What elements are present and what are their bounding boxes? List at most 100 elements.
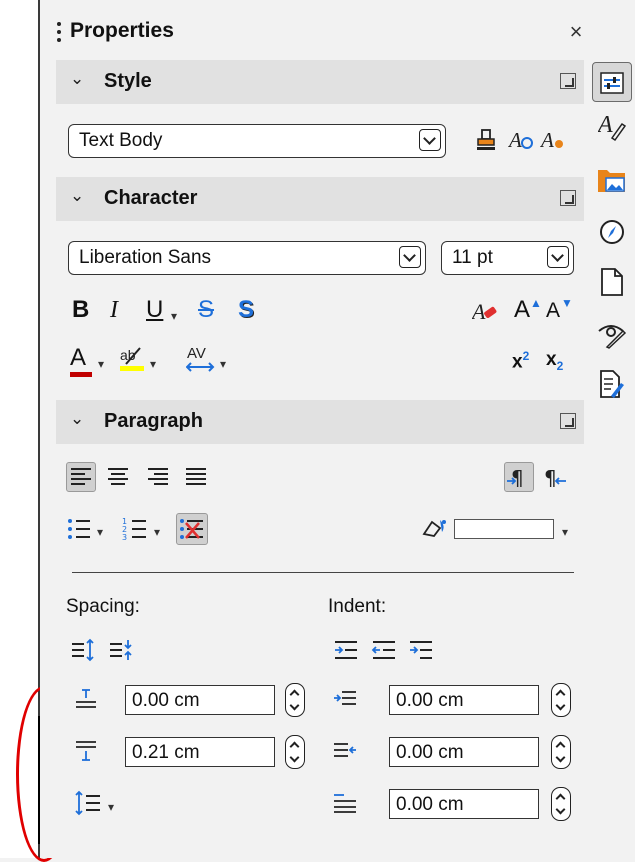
close-icon[interactable]: × xyxy=(565,19,587,45)
line-spacing-button[interactable] xyxy=(74,790,102,821)
clear-formatting-icon[interactable]: A xyxy=(470,298,498,328)
above-spacing-input[interactable]: 0.00 cm xyxy=(125,685,275,715)
shadow-button[interactable]: S xyxy=(238,298,254,322)
chevron-down-icon[interactable]: ⌄ xyxy=(70,186,84,206)
paragraph-background-icon[interactable] xyxy=(420,514,450,547)
more-options-icon[interactable] xyxy=(560,73,576,89)
align-center-icon xyxy=(108,468,128,485)
more-options-icon[interactable] xyxy=(560,190,576,206)
strikethrough-button[interactable]: S xyxy=(198,298,214,322)
spacing-dropdown-icon[interactable]: ▾ xyxy=(220,357,226,371)
shrink-font-button[interactable]: A xyxy=(546,300,560,321)
bold-button[interactable]: B xyxy=(72,298,89,322)
manage-changes-icon xyxy=(600,370,624,398)
underline-dropdown-icon[interactable]: ▾ xyxy=(171,309,177,323)
tab-accessibility-check[interactable] xyxy=(592,314,632,354)
svg-text:¶: ¶ xyxy=(544,466,557,490)
increase-indent-button[interactable] xyxy=(333,638,359,667)
font-color-button[interactable]: A xyxy=(70,346,92,377)
numbered-list-button[interactable]: 123 xyxy=(122,516,150,547)
chevron-down-icon[interactable]: ⌄ xyxy=(70,409,84,429)
font-size-combo[interactable]: 11 pt xyxy=(441,241,574,275)
paragraph-section-label: Paragraph xyxy=(104,410,203,432)
align-center-button[interactable] xyxy=(104,463,132,496)
numbered-dropdown-icon[interactable]: ▾ xyxy=(154,525,160,539)
paragraph-style-combo[interactable]: Text Body xyxy=(68,124,446,158)
tab-gallery[interactable] xyxy=(592,160,632,200)
ltr-direction-button[interactable]: ¶ xyxy=(504,462,534,492)
fill-format-icon[interactable] xyxy=(475,128,497,156)
underline-button[interactable]: U xyxy=(146,298,163,322)
grow-font-button[interactable]: A xyxy=(514,298,530,322)
chevron-down-icon[interactable] xyxy=(399,246,421,268)
line-spacing-dropdown-icon[interactable]: ▾ xyxy=(108,800,114,814)
font-name-combo[interactable]: Liberation Sans xyxy=(68,241,426,275)
above-spacing-icon xyxy=(74,686,98,717)
bullet-dropdown-icon[interactable]: ▾ xyxy=(97,525,103,539)
above-spacing-spinner[interactable] xyxy=(285,683,305,717)
pilcrow-rtl-icon: ¶ xyxy=(544,466,566,490)
highlight-dropdown-icon[interactable]: ▾ xyxy=(150,357,156,371)
decrease-indent-button[interactable] xyxy=(371,638,397,667)
page-icon xyxy=(601,268,623,296)
no-list-button[interactable] xyxy=(176,513,208,545)
svg-text:3: 3 xyxy=(122,533,127,542)
svg-text:A: A xyxy=(472,299,486,324)
decrease-spacing-icon xyxy=(110,640,132,660)
spacing-label: Spacing: xyxy=(66,596,140,617)
after-indent-spinner[interactable] xyxy=(551,735,571,769)
tab-page[interactable] xyxy=(592,262,632,302)
chevron-down-icon[interactable] xyxy=(419,129,441,151)
align-left-button[interactable] xyxy=(66,462,96,492)
increase-indent-icon xyxy=(335,641,357,659)
character-spacing-icon[interactable]: AV xyxy=(185,344,216,380)
chevron-down-icon[interactable] xyxy=(547,246,569,268)
increase-spacing-icon xyxy=(72,638,94,662)
after-indent-icon xyxy=(332,740,358,767)
style-section-header[interactable]: ⌄ Style xyxy=(56,60,584,104)
below-spacing-spinner[interactable] xyxy=(285,735,305,769)
tab-navigator[interactable] xyxy=(592,212,632,252)
after-indent-input[interactable]: 0.00 cm xyxy=(389,737,539,767)
justify-button[interactable] xyxy=(182,463,210,496)
navigator-icon xyxy=(600,220,624,244)
superscript-button[interactable]: x2 xyxy=(512,349,529,373)
svg-text:A: A xyxy=(598,112,613,138)
paragraph-style-value: Text Body xyxy=(79,130,163,151)
update-style-icon[interactable]: A xyxy=(507,128,534,156)
italic-button[interactable]: I xyxy=(110,298,118,322)
before-indent-input[interactable]: 0.00 cm xyxy=(389,685,539,715)
svg-text:AV: AV xyxy=(187,345,206,362)
paragraph-section-header[interactable]: ⌄ Paragraph xyxy=(56,400,584,444)
style-section-label: Style xyxy=(104,70,152,92)
highlight-color-icon[interactable]: ab xyxy=(120,344,146,378)
bullet-list-button[interactable] xyxy=(66,516,94,547)
tab-manage-changes[interactable] xyxy=(592,364,632,404)
more-options-icon[interactable] xyxy=(560,413,576,429)
new-style-icon[interactable]: A xyxy=(539,128,566,156)
grip-handle-icon[interactable] xyxy=(57,22,61,42)
font-size-value: 11 pt xyxy=(452,247,493,268)
first-line-indent-input[interactable]: 0.00 cm xyxy=(389,789,539,819)
character-section-header[interactable]: ⌄ Character xyxy=(56,177,584,221)
align-left-icon xyxy=(71,468,91,485)
subscript-button[interactable]: x2 xyxy=(546,349,563,373)
tab-styles[interactable]: A xyxy=(592,108,632,148)
font-color-dropdown-icon[interactable]: ▾ xyxy=(98,357,104,371)
first-line-indent-spinner[interactable] xyxy=(551,787,571,821)
tab-properties[interactable] xyxy=(592,62,632,102)
indent-label: Indent: xyxy=(328,596,387,617)
hanging-indent-button[interactable] xyxy=(408,638,434,667)
below-spacing-icon xyxy=(74,738,98,769)
decrease-spacing-button[interactable] xyxy=(108,638,134,667)
increase-spacing-button[interactable] xyxy=(70,638,96,667)
svg-text:A: A xyxy=(540,128,554,152)
rtl-direction-button[interactable]: ¶ xyxy=(542,463,570,496)
chevron-down-icon[interactable]: ⌄ xyxy=(70,69,84,89)
panel-title: Properties xyxy=(70,19,174,42)
before-indent-spinner[interactable] xyxy=(551,683,571,717)
below-spacing-input[interactable]: 0.21 cm xyxy=(125,737,275,767)
background-dropdown-icon[interactable]: ▾ xyxy=(562,525,568,539)
background-color-swatch[interactable] xyxy=(454,519,554,539)
align-right-button[interactable] xyxy=(144,463,172,496)
